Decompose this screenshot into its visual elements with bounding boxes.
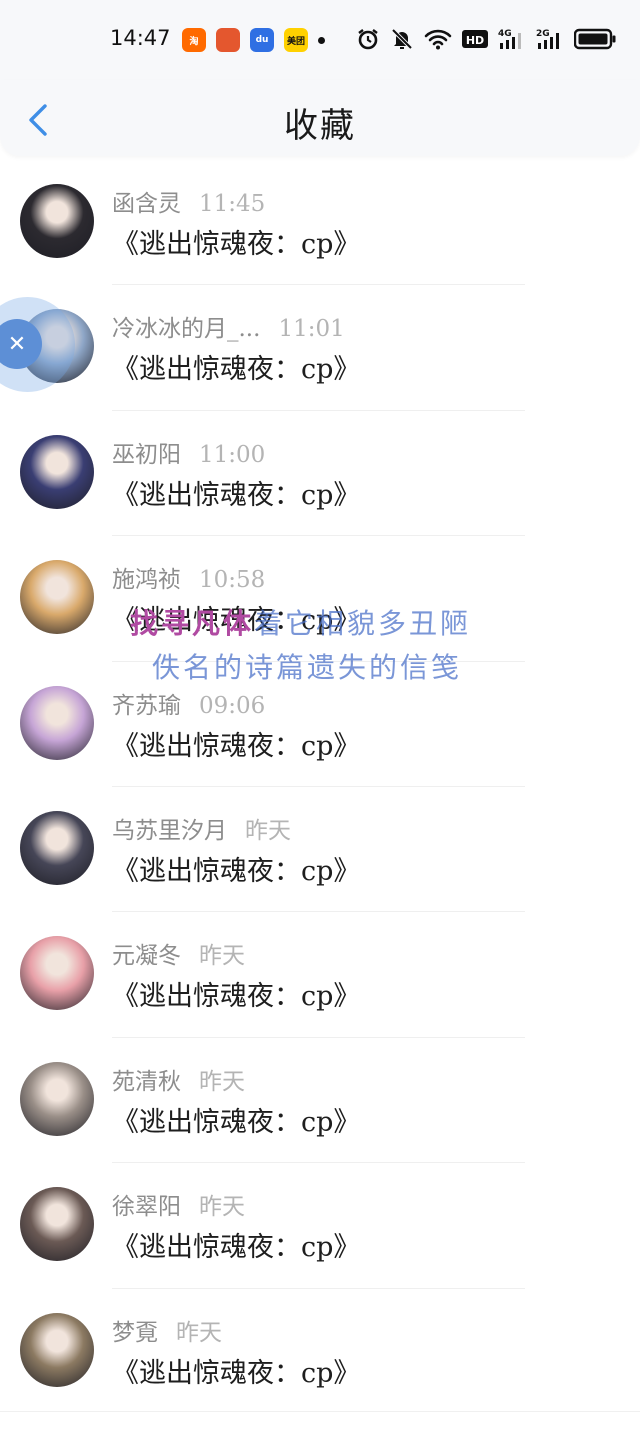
sender-name: 齐苏瑜 [112, 692, 181, 719]
favorite-message: 《逃出惊魂夜：cp》 [112, 229, 361, 260]
favorite-item[interactable]: 苑清秋 昨天《逃出惊魂夜：cp》 [0, 1038, 640, 1164]
favorite-meta: 冷冰冰的月_... 11:01 [112, 309, 345, 343]
page-title: 收藏 [284, 106, 356, 146]
avatar[interactable] [20, 810, 94, 885]
sender-name: 元凝冬 [112, 943, 181, 970]
favorite-time: 11:00 [199, 441, 266, 468]
avatar[interactable] [20, 560, 94, 635]
hd-icon: HD [462, 26, 488, 52]
favorite-message: 《逃出惊魂夜：cp》 [112, 855, 361, 887]
svg-text:4G: 4G [498, 29, 512, 39]
sender-name: 苑清秋 [112, 1068, 181, 1095]
svg-text:2G: 2G [536, 29, 550, 39]
avatar[interactable] [20, 1312, 94, 1387]
favorite-item[interactable]: 巫初阳 11:00 《逃出惊魂夜：cp》 [0, 411, 640, 537]
favorite-message: 《逃出惊魂夜：cp》 [112, 1106, 361, 1138]
status-time: 14:47 [110, 26, 171, 50]
favorite-message: 《逃出惊魂夜：cp》 [112, 479, 361, 511]
favorite-time: 11:01 [278, 316, 345, 343]
svg-text:HD: HD [466, 34, 484, 47]
favorite-time: 10:58 [199, 567, 266, 594]
favorite-time: 09:06 [199, 692, 266, 719]
favorite-meta: 乌苏里汐月 昨天 [112, 811, 291, 845]
taobao-icon: 淘 [182, 28, 206, 52]
signal-2g-icon: 2G [536, 26, 564, 52]
nav-bar: 收藏 [0, 80, 640, 156]
bottom-edge [0, 1411, 640, 1433]
favorite-meta: 函含灵 11:45 [112, 184, 265, 218]
favorite-time: 昨天 [199, 1068, 245, 1095]
favorite-time: 昨天 [245, 817, 291, 844]
favorite-meta: 徐翠阳 昨天 [112, 1187, 245, 1221]
favorite-meta: 巫初阳 11:00 [112, 435, 265, 469]
sender-name: 施鸿祯 [112, 567, 181, 594]
favorite-time: 昨天 [199, 1194, 245, 1221]
system-icons: HD 4G 2G [356, 26, 616, 52]
favorites-list: 函含灵 11:45 《逃出惊魂夜：cp》 冷冰冰的月_... 11:01 《逃出惊魂夜：c… [0, 160, 640, 1414]
avatar[interactable] [20, 1187, 94, 1262]
favorite-message: 《逃出惊魂夜：cp》 [112, 605, 361, 637]
favorite-meta: 施鸿祯 10:58 [112, 560, 265, 594]
favorite-item[interactable]: 函含灵 11:45 《逃出惊魂夜：cp》 [0, 160, 640, 286]
more-notifications-dot [318, 37, 325, 44]
mute-icon [390, 26, 414, 52]
favorite-message: 《逃出惊魂夜：cp》 [112, 730, 361, 762]
signal-4g-icon: 4G [498, 26, 526, 52]
favorite-item[interactable]: 乌苏里汐月 昨天《逃出惊魂夜：cp》 [0, 787, 640, 913]
avatar[interactable] [20, 1061, 94, 1136]
favorite-item[interactable]: 齐苏瑜 09:06 《逃出惊魂夜：cp》 [0, 662, 640, 787]
game-icon [216, 28, 240, 52]
favorite-time: 11:45 [199, 191, 266, 217]
favorite-meta: 元凝冬 昨天 [112, 936, 245, 970]
favorite-meta: 梦覔 昨天 [112, 1313, 222, 1347]
avatar[interactable] [20, 434, 94, 509]
avatar[interactable] [20, 936, 94, 1011]
favorite-message: 《逃出惊魂夜：cp》 [112, 1357, 361, 1389]
battery-icon [574, 26, 616, 52]
meituan-icon: 美团 [284, 28, 308, 52]
favorite-meta: 苑清秋 昨天 [112, 1062, 245, 1096]
notification-app-icons: 淘 du 美团 [182, 28, 308, 52]
sender-name: 徐翠阳 [112, 1194, 181, 1221]
favorite-item[interactable]: 梦覔 昨天《逃出惊魂夜：cp》 [0, 1289, 640, 1414]
favorite-message: 《逃出惊魂夜：cp》 [112, 981, 361, 1013]
avatar[interactable] [20, 685, 94, 760]
sender-name: 乌苏里汐月 [112, 817, 227, 844]
favorite-item[interactable]: 施鸿祯 10:58 《逃出惊魂夜：cp》 [0, 536, 640, 662]
favorite-meta: 齐苏瑜 09:06 [112, 686, 265, 720]
wifi-icon [424, 26, 452, 52]
status-bar: 14:47 淘 du 美团 HD 4G 2G [0, 0, 640, 80]
sender-name: 冷冰冰的月_... [112, 316, 261, 343]
favorite-item[interactable]: 徐翠阳 昨天《逃出惊魂夜：cp》 [0, 1163, 640, 1289]
favorite-item[interactable]: 元凝冬 昨天《逃出惊魂夜：cp》 [0, 912, 640, 1038]
alarm-icon [356, 26, 380, 52]
baidu-icon: du [250, 28, 274, 52]
favorite-item[interactable]: 冷冰冰的月_... 11:01 《逃出惊魂夜：cp》 [0, 285, 640, 411]
avatar[interactable] [20, 184, 94, 258]
favorite-message: 《逃出惊魂夜：cp》 [112, 354, 361, 386]
sender-name: 函含灵 [112, 191, 181, 217]
favorite-time: 昨天 [199, 943, 245, 970]
favorite-message: 《逃出惊魂夜：cp》 [112, 1232, 361, 1264]
sender-name: 巫初阳 [112, 441, 181, 468]
favorite-time: 昨天 [176, 1319, 222, 1346]
close-x-icon: ✕ [0, 319, 42, 369]
sender-name: 梦覔 [112, 1319, 158, 1346]
